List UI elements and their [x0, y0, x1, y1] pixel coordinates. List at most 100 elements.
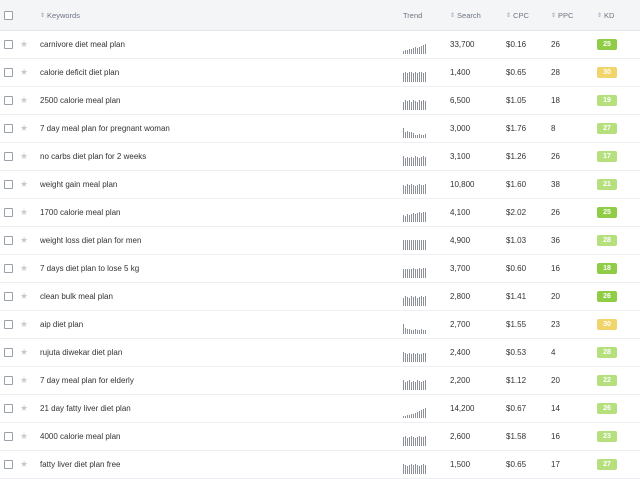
- favorite-star[interactable]: ★: [20, 143, 30, 170]
- table-row[interactable]: ★ 21 day fatty liver diet plan 14,200 $0.67…: [0, 395, 640, 423]
- keyword-text[interactable]: 7 day meal plan for pregnant woman: [40, 124, 170, 133]
- keyword-cell[interactable]: 21 day fatty liver diet plan: [40, 395, 380, 422]
- favorite-star[interactable]: ★: [20, 283, 30, 310]
- row-checkbox[interactable]: [4, 460, 13, 469]
- keyword-cell[interactable]: rujuta diwekar diet plan: [40, 339, 380, 366]
- table-row[interactable]: ★ 2500 calorie meal plan 6,500 $1.05 18 19: [0, 87, 640, 115]
- keyword-cell[interactable]: 7 days diet plan to lose 5 kg: [40, 255, 380, 282]
- favorite-star[interactable]: ★: [20, 59, 30, 86]
- star-icon[interactable]: ★: [20, 264, 28, 273]
- favorite-star[interactable]: ★: [20, 171, 30, 198]
- keyword-text[interactable]: 2500 calorie meal plan: [40, 96, 121, 105]
- row-select[interactable]: [4, 115, 14, 142]
- keyword-cell[interactable]: fatty liver diet plan free: [40, 451, 380, 478]
- keyword-cell[interactable]: 7 day meal plan for pregnant woman: [40, 115, 380, 142]
- row-select[interactable]: [4, 339, 14, 366]
- favorite-star[interactable]: ★: [20, 367, 30, 394]
- header-select-all[interactable]: [4, 0, 14, 30]
- row-checkbox[interactable]: [4, 236, 13, 245]
- header-ppc[interactable]: ⇕ PPC: [551, 0, 581, 30]
- table-row[interactable]: ★ 7 days diet plan to lose 5 kg 3,700 $0.60…: [0, 255, 640, 283]
- row-checkbox[interactable]: [4, 180, 13, 189]
- row-checkbox[interactable]: [4, 404, 13, 413]
- keyword-text[interactable]: 7 days diet plan to lose 5 kg: [40, 264, 139, 273]
- row-checkbox[interactable]: [4, 208, 13, 217]
- table-row[interactable]: ★ calorie deficit diet plan 1,400 $0.65 28 30: [0, 59, 640, 87]
- favorite-star[interactable]: ★: [20, 311, 30, 338]
- row-select[interactable]: [4, 199, 14, 226]
- favorite-star[interactable]: ★: [20, 451, 30, 478]
- keyword-text[interactable]: 1700 calorie meal plan: [40, 208, 121, 217]
- table-row[interactable]: ★ no carbs diet plan for 2 weeks 3,100 $1.2…: [0, 143, 640, 171]
- row-checkbox[interactable]: [4, 292, 13, 301]
- header-search[interactable]: ⇕ Search: [450, 0, 500, 30]
- keyword-cell[interactable]: calorie deficit diet plan: [40, 59, 380, 86]
- row-checkbox[interactable]: [4, 432, 13, 441]
- star-icon[interactable]: ★: [20, 96, 28, 105]
- keyword-text[interactable]: 7 day meal plan for elderly: [40, 376, 134, 385]
- keyword-text[interactable]: 4000 calorie meal plan: [40, 432, 121, 441]
- table-row[interactable]: ★ carnivore diet meal plan 33,700 $0.16 26 25: [0, 31, 640, 59]
- keyword-cell[interactable]: 7 day meal plan for elderly: [40, 367, 380, 394]
- header-kd[interactable]: ⇕ KD: [597, 0, 622, 30]
- star-icon[interactable]: ★: [20, 348, 28, 357]
- table-row[interactable]: ★ clean bulk meal plan 2,800 $1.41 20 26: [0, 283, 640, 311]
- keyword-text[interactable]: fatty liver diet plan free: [40, 460, 120, 469]
- keyword-cell[interactable]: weight gain meal plan: [40, 171, 380, 198]
- table-row[interactable]: ★ weight gain meal plan 10,800 $1.60 38 21: [0, 171, 640, 199]
- keyword-cell[interactable]: no carbs diet plan for 2 weeks: [40, 143, 380, 170]
- row-select[interactable]: [4, 59, 14, 86]
- favorite-star[interactable]: ★: [20, 423, 30, 450]
- star-icon[interactable]: ★: [20, 460, 28, 469]
- row-select[interactable]: [4, 143, 14, 170]
- favorite-star[interactable]: ★: [20, 115, 30, 142]
- header-keywords[interactable]: ⇕ Keywords: [40, 0, 380, 30]
- row-checkbox[interactable]: [4, 152, 13, 161]
- favorite-star[interactable]: ★: [20, 395, 30, 422]
- star-icon[interactable]: ★: [20, 68, 28, 77]
- row-checkbox[interactable]: [4, 264, 13, 273]
- star-icon[interactable]: ★: [20, 40, 28, 49]
- star-icon[interactable]: ★: [20, 432, 28, 441]
- keyword-cell[interactable]: 1700 calorie meal plan: [40, 199, 380, 226]
- row-select[interactable]: [4, 367, 14, 394]
- row-select[interactable]: [4, 451, 14, 478]
- row-checkbox[interactable]: [4, 40, 13, 49]
- table-row[interactable]: ★ aip diet plan 2,700 $1.55 23 30: [0, 311, 640, 339]
- keyword-text[interactable]: weight gain meal plan: [40, 180, 117, 189]
- star-icon[interactable]: ★: [20, 404, 28, 413]
- star-icon[interactable]: ★: [20, 376, 28, 385]
- select-all-checkbox[interactable]: [4, 10, 13, 20]
- keyword-cell[interactable]: clean bulk meal plan: [40, 283, 380, 310]
- star-icon[interactable]: ★: [20, 236, 28, 245]
- keyword-cell[interactable]: weight loss diet plan for men: [40, 227, 380, 254]
- keyword-text[interactable]: 21 day fatty liver diet plan: [40, 404, 131, 413]
- keyword-cell[interactable]: 4000 calorie meal plan: [40, 423, 380, 450]
- row-select[interactable]: [4, 311, 14, 338]
- row-select[interactable]: [4, 87, 14, 114]
- star-icon[interactable]: ★: [20, 320, 28, 329]
- keyword-text[interactable]: no carbs diet plan for 2 weeks: [40, 152, 146, 161]
- favorite-star[interactable]: ★: [20, 87, 30, 114]
- favorite-star[interactable]: ★: [20, 227, 30, 254]
- keyword-cell[interactable]: 2500 calorie meal plan: [40, 87, 380, 114]
- favorite-star[interactable]: ★: [20, 339, 30, 366]
- keyword-cell[interactable]: aip diet plan: [40, 311, 380, 338]
- favorite-star[interactable]: ★: [20, 255, 30, 282]
- star-icon[interactable]: ★: [20, 208, 28, 217]
- row-checkbox[interactable]: [4, 376, 13, 385]
- keyword-text[interactable]: rujuta diwekar diet plan: [40, 348, 122, 357]
- header-cpc[interactable]: ⇕ CPC: [506, 0, 546, 30]
- keyword-text[interactable]: aip diet plan: [40, 320, 83, 329]
- table-row[interactable]: ★ 4000 calorie meal plan 2,600 $1.58 16 23: [0, 423, 640, 451]
- table-row[interactable]: ★ rujuta diwekar diet plan 2,400 $0.53 4 28: [0, 339, 640, 367]
- row-checkbox[interactable]: [4, 320, 13, 329]
- favorite-star[interactable]: ★: [20, 199, 30, 226]
- table-row[interactable]: ★ 7 day meal plan for elderly 2,200 $1.12 20…: [0, 367, 640, 395]
- table-row[interactable]: ★ 7 day meal plan for pregnant woman 3,000…: [0, 115, 640, 143]
- row-select[interactable]: [4, 283, 14, 310]
- row-select[interactable]: [4, 423, 14, 450]
- star-icon[interactable]: ★: [20, 124, 28, 133]
- keyword-text[interactable]: carnivore diet meal plan: [40, 40, 125, 49]
- row-checkbox[interactable]: [4, 96, 13, 105]
